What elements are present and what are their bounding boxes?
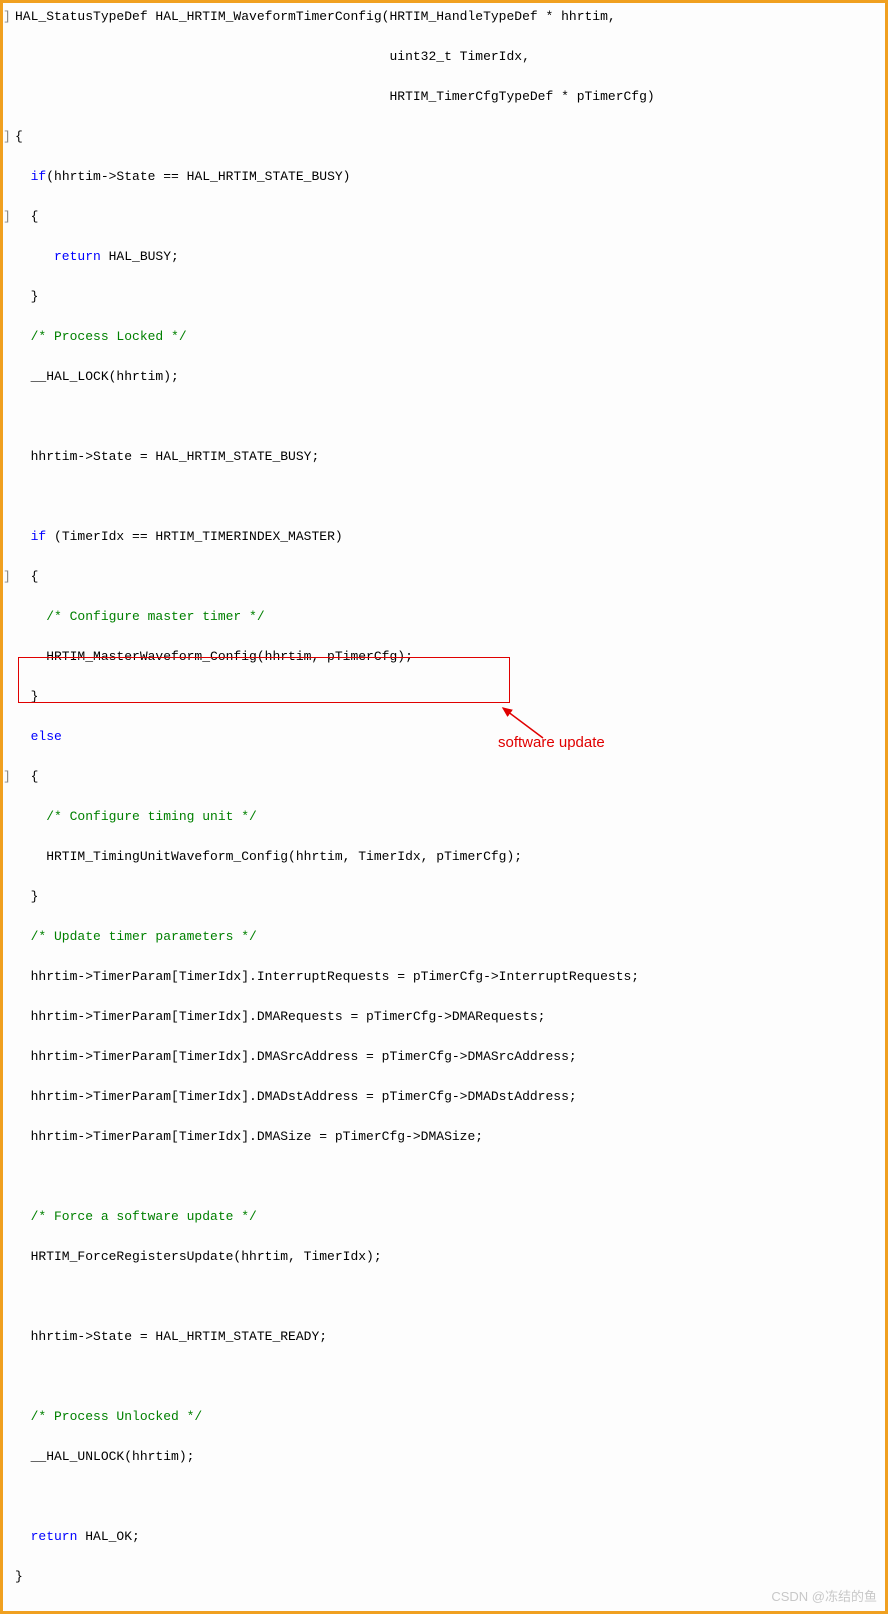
code-line: hhrtim->TimerParam[TimerIdx].DMASize = p… (15, 1129, 483, 1144)
code-line: uint32_t TimerIdx, (15, 49, 530, 64)
code-line: hhrtim->TimerParam[TimerIdx].DMARequests… (15, 1009, 546, 1024)
code-line: } (15, 289, 38, 304)
fold-marker[interactable]: ] (3, 127, 15, 147)
code-line: HAL_BUSY; (101, 249, 179, 264)
comment: /* Update timer parameters */ (15, 929, 257, 944)
code-line: { (15, 569, 38, 584)
watermark: CSDN @冻结的鱼 (771, 1587, 877, 1607)
code-block: ]HAL_StatusTypeDef HAL_HRTIM_WaveformTim… (3, 7, 879, 1607)
code-line: { (15, 129, 23, 144)
code-line: (hhrtim->State == HAL_HRTIM_STATE_BUSY) (46, 169, 350, 184)
comment: /* Force a software update */ (15, 1209, 257, 1224)
comment: /* Configure master timer */ (15, 609, 265, 624)
code-line: { (15, 209, 38, 224)
code-line: hhrtim->TimerParam[TimerIdx].DMADstAddre… (15, 1089, 577, 1104)
code-line: HAL_StatusTypeDef HAL_HRTIM_WaveformTime… (15, 9, 616, 24)
keyword-if: if (15, 169, 46, 184)
fold-marker[interactable]: ] (3, 767, 15, 787)
fold-marker[interactable]: ] (3, 567, 15, 587)
keyword-return: return (15, 249, 101, 264)
code-line: (TimerIdx == HRTIM_TIMERINDEX_MASTER) (46, 529, 342, 544)
keyword-else: else (15, 729, 62, 744)
comment: /* Configure timing unit */ (15, 809, 257, 824)
code-line: HRTIM_MasterWaveform_Config(hhrtim, pTim… (15, 649, 413, 664)
code-line: HRTIM_TimingUnitWaveform_Config(hhrtim, … (15, 849, 522, 864)
code-line: hhrtim->TimerParam[TimerIdx].DMASrcAddre… (15, 1049, 577, 1064)
comment: /* Process Locked */ (15, 329, 187, 344)
fold-marker[interactable]: ] (3, 7, 15, 27)
code-line: } (15, 689, 38, 704)
code-line: } (15, 889, 38, 904)
code-line: HRTIM_TimerCfgTypeDef * pTimerCfg) (15, 89, 655, 104)
code-line: { (15, 769, 38, 784)
keyword-if: if (15, 529, 46, 544)
comment: /* Process Unlocked */ (15, 1409, 202, 1424)
code-line: hhrtim->State = HAL_HRTIM_STATE_READY; (15, 1329, 327, 1344)
code-line: } (15, 1569, 23, 1584)
code-line: hhrtim->TimerParam[TimerIdx].InterruptRe… (15, 969, 639, 984)
fold-marker[interactable]: ] (3, 207, 15, 227)
code-frame: ]HAL_StatusTypeDef HAL_HRTIM_WaveformTim… (0, 0, 888, 1614)
code-line: HAL_OK; (77, 1529, 139, 1544)
keyword-return: return (15, 1529, 77, 1544)
code-line: HRTIM_ForceRegistersUpdate(hhrtim, Timer… (15, 1249, 382, 1264)
annotation-label: software update (498, 733, 605, 753)
code-line: __HAL_UNLOCK(hhrtim); (15, 1449, 194, 1464)
code-line: hhrtim->State = HAL_HRTIM_STATE_BUSY; (15, 449, 319, 464)
code-line: __HAL_LOCK(hhrtim); (15, 369, 179, 384)
